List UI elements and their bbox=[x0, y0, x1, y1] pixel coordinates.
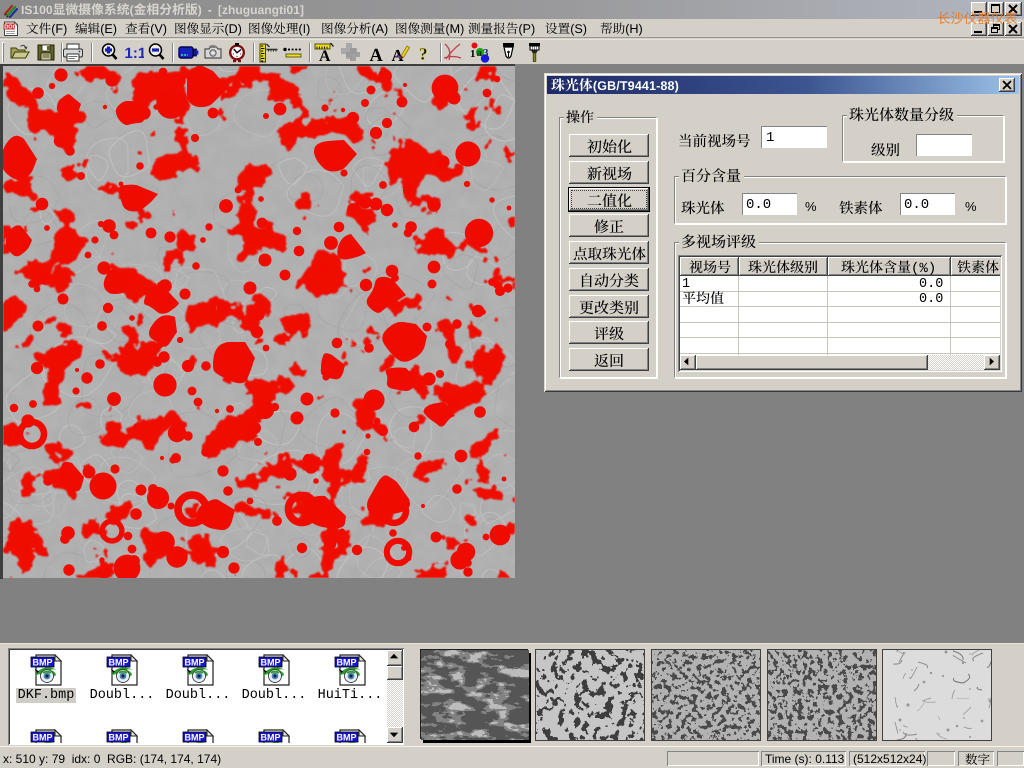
svg-text:BMP: BMP bbox=[185, 658, 205, 668]
svg-text:DOC: DOC bbox=[4, 25, 16, 31]
svg-text:BMP: BMP bbox=[33, 733, 53, 743]
svg-text:BMP: BMP bbox=[109, 733, 129, 743]
svg-text:BMP: BMP bbox=[33, 658, 53, 668]
svg-text:BMP: BMP bbox=[109, 658, 129, 668]
svg-text:BMP: BMP bbox=[337, 733, 357, 743]
svg-text:BMP: BMP bbox=[185, 733, 205, 743]
svg-text:BMP: BMP bbox=[337, 658, 357, 668]
svg-text:3: 3 bbox=[483, 47, 489, 59]
svg-text:BMP: BMP bbox=[261, 733, 281, 743]
svg-text:BMP: BMP bbox=[261, 658, 281, 668]
svg-text:a: a bbox=[477, 47, 483, 59]
svg-text:1: 1 bbox=[470, 48, 476, 60]
